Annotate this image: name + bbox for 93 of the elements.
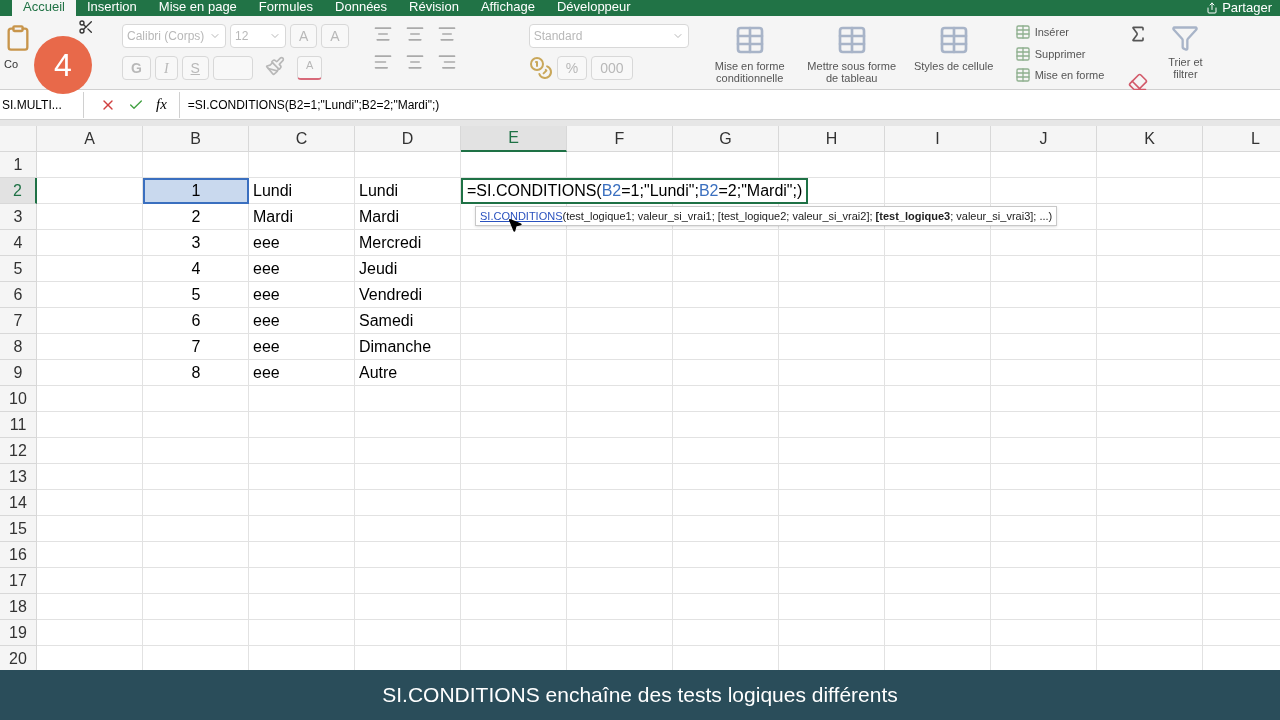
column-header[interactable]: H [779,126,885,152]
row-header[interactable]: 1 [0,152,37,178]
function-icon[interactable]: fx [156,93,167,116]
ribbon-button[interactable]: Mettre sous forme de tableau [806,24,897,84]
row-header[interactable]: 15 [0,516,37,542]
ribbon-tab[interactable]: Formules [247,0,325,16]
column-header[interactable]: J [991,126,1097,152]
column-header[interactable]: D [355,126,461,152]
ribbon-tab[interactable]: Accueil [12,0,76,16]
row-header[interactable]: 16 [0,542,37,568]
row-header[interactable]: 12 [0,438,37,464]
column-header[interactable]: K [1097,126,1203,152]
row-header[interactable]: 20 [0,646,37,672]
column-header[interactable]: C [249,126,355,152]
caption-bar: SI.CONDITIONS enchaîne des tests logiques différents [0,670,1280,720]
table-cell-text: Lundi [358,181,400,201]
table-cell: 1 [143,178,249,204]
align-right-icon[interactable] [436,52,457,72]
cell-formula[interactable]: =SI.CONDITIONS(B2=1;"Lundi";B2=2;"Mardi";) [461,178,809,204]
function-arguments: (test_logique1; valeur_si_vrai1; [test_logique2; valeur_si_vrai2]; [test_logique3; valeur_si_vrai3]; ...) [562,208,1053,224]
paste-label[interactable]: Co [4,56,19,73]
cell-action-button[interactable]: Supprimer [1014,45,1105,62]
align-left-icon[interactable] [372,52,393,72]
table-cell-text: 2 [190,207,202,227]
column-header[interactable]: F [567,126,673,152]
row-header[interactable]: 6 [0,282,37,308]
row-header[interactable]: 7 [0,308,37,334]
formula-field[interactable]: =SI.CONDITIONS(B2=1;"Lundi";B2=2;"Mardi";) [178,91,1280,118]
align-center-icon[interactable] [404,52,425,72]
row-header[interactable]: 8 [0,334,37,360]
eraser-icon[interactable] [1128,72,1149,92]
table-icon [1014,67,1031,84]
table-cell-text: Dimanche [358,337,433,357]
table-cell-text: Mardi [252,207,294,227]
table-cell-text: 3 [190,233,202,253]
cell-action-button[interactable]: Mise en forme [1014,67,1105,84]
table-icon [1014,45,1031,62]
row-header[interactable]: 10 [0,386,37,412]
ribbon-button[interactable]: Styles de cellule [908,24,999,72]
table-cell-text: 8 [190,363,202,383]
column-header[interactable]: L [1203,126,1280,152]
cell-action-button[interactable]: Insérer [1014,24,1105,41]
function-link[interactable]: SI.CONDITIONS [480,207,563,225]
table-cell-text: 7 [190,337,202,357]
table-cell-text: Mercredi [358,233,423,253]
table-cell-text: Autre [358,363,399,383]
table-cell-text: eee [252,337,281,357]
row-header[interactable]: 5 [0,256,37,282]
ribbon-tab[interactable]: Insertion [75,0,148,16]
row-header[interactable]: 19 [0,620,37,646]
row-header[interactable]: 11 [0,412,37,438]
row-header[interactable]: 9 [0,360,37,386]
table-cell-text: eee [252,311,281,331]
table-cell-text: Mardi [358,207,400,227]
table-cell-text: Samedi [358,311,415,331]
ribbon-tab[interactable]: Affichage [469,0,546,16]
table-cell-text: 4 [190,259,202,279]
border-button[interactable] [212,56,253,80]
table-cell-text: eee [252,285,281,305]
table-cell-text: 6 [190,311,202,331]
row-header[interactable]: 4 [0,230,37,256]
column-header[interactable]: G [673,126,779,152]
ribbon-button[interactable]: Mise en forme conditionnelle [704,24,795,84]
column-header[interactable]: I [885,126,991,152]
row-header[interactable]: 18 [0,594,37,620]
column-header[interactable]: B [143,126,249,152]
table-cell-text: Lundi [252,181,294,201]
sort-filter-button[interactable]: Trier et filtrer [1160,24,1211,80]
table-icon [1014,24,1031,41]
column-header[interactable]: E [461,126,567,152]
ribbon-tab[interactable]: Mise en page [147,0,248,16]
share-button[interactable]: Partager [1206,0,1280,16]
share-icon [1206,2,1219,14]
column-header[interactable]: A [37,126,143,152]
table-cell-text: eee [252,233,281,253]
row-header[interactable]: 3 [0,204,37,230]
fill-color-icon[interactable] [264,56,285,76]
table-cell-text: eee [252,259,281,279]
table-cell-text: 5 [190,285,202,305]
filter-icon [1171,24,1200,52]
coins-icon[interactable] [528,56,553,80]
scissors-icon[interactable] [78,19,94,35]
row-header[interactable]: 17 [0,568,37,594]
row-header[interactable]: 13 [0,464,37,490]
table-cell-text: Vendredi [358,285,424,305]
table-cell-text: eee [252,363,281,383]
ribbon-tab[interactable]: Développeur [545,0,642,16]
ribbon-tab[interactable]: Données [324,0,399,16]
select-all-corner[interactable] [0,126,37,152]
table-cell-text: Jeudi [358,259,399,279]
ribbon-tab[interactable]: Révision [398,0,470,16]
row-header[interactable]: 14 [0,490,37,516]
row-header[interactable]: 2 [0,178,37,204]
